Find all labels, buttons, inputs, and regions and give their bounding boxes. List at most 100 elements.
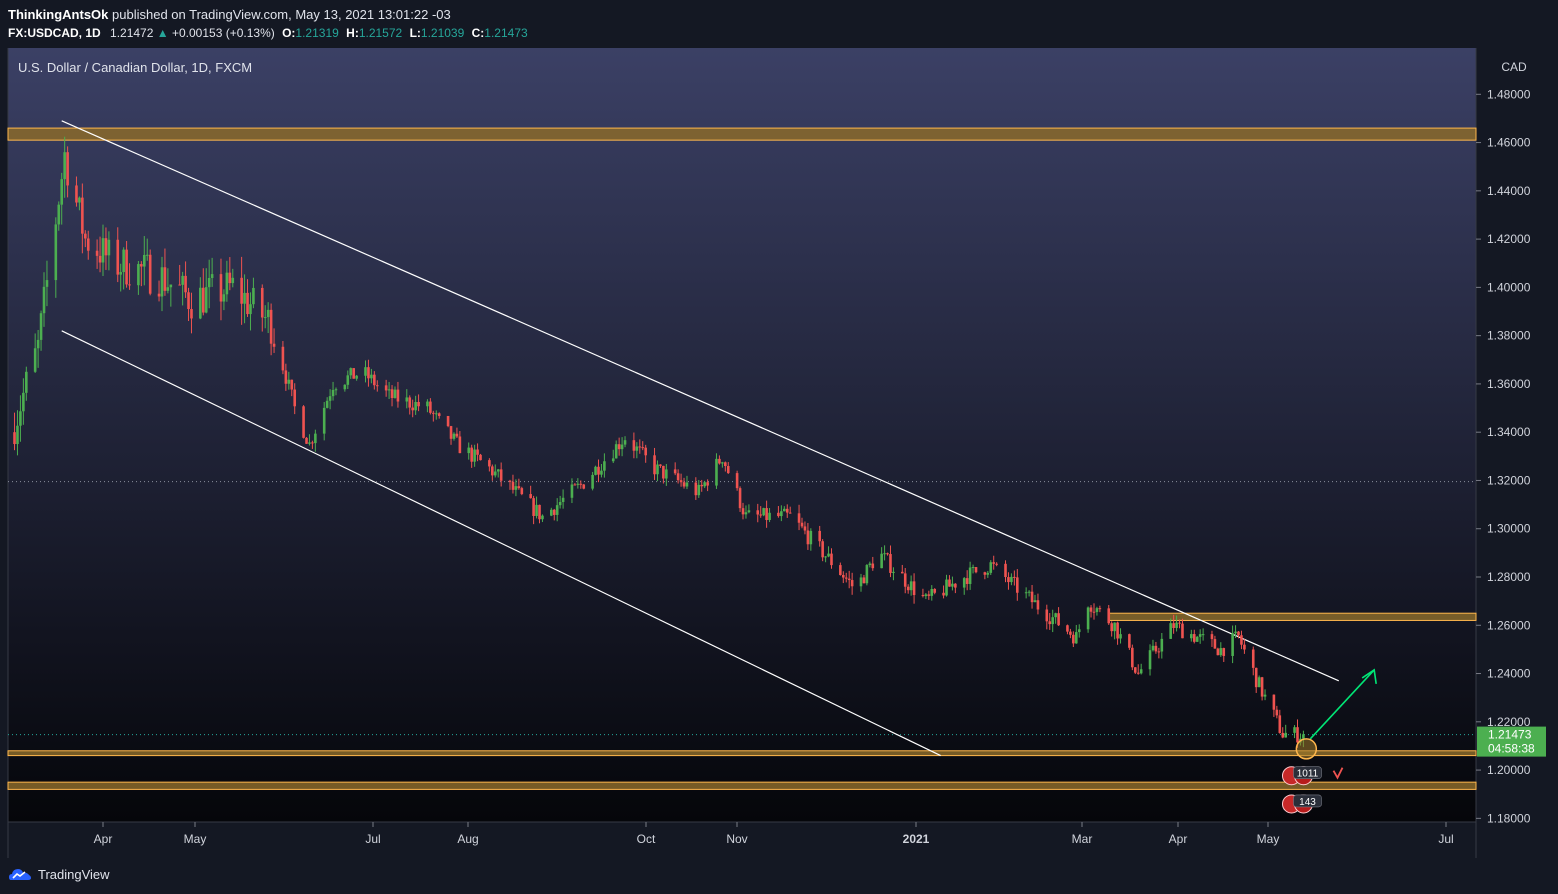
candle-body bbox=[417, 401, 420, 407]
candle-body bbox=[806, 530, 810, 545]
price-chart[interactable]: 1011 143 1.2147304:58:38 1.48000 1.46000 1.4… bbox=[0, 48, 1558, 858]
candle-body bbox=[945, 579, 948, 596]
candle-body bbox=[1051, 617, 1054, 625]
candle-body bbox=[726, 466, 730, 474]
candle-body bbox=[924, 594, 928, 597]
candle-body bbox=[550, 509, 553, 516]
candle-body bbox=[346, 375, 350, 385]
candle-body bbox=[219, 274, 223, 302]
candle-body bbox=[632, 440, 636, 451]
candle-body bbox=[909, 581, 913, 591]
candle-body bbox=[470, 447, 473, 462]
candle-body bbox=[900, 571, 904, 574]
candle-body bbox=[1013, 576, 1016, 578]
candle-body bbox=[36, 339, 40, 349]
candle-body bbox=[128, 284, 131, 286]
candle-body bbox=[965, 578, 969, 584]
candle-body bbox=[570, 484, 574, 498]
candle-body bbox=[1272, 694, 1276, 710]
header-bar: ThinkingAntsOk published on TradingView.… bbox=[0, 0, 1558, 48]
candle-body bbox=[532, 498, 535, 516]
candle-body bbox=[735, 473, 739, 489]
candle-body bbox=[538, 504, 541, 520]
candle-body bbox=[741, 508, 745, 515]
candle-body bbox=[204, 287, 208, 313]
candle-body bbox=[142, 254, 146, 267]
last-price-tag-value: 1.21473 bbox=[1488, 728, 1532, 742]
candle-body bbox=[989, 562, 993, 573]
candle-body bbox=[617, 444, 621, 450]
candle-body bbox=[1172, 623, 1175, 628]
candle-body bbox=[1257, 677, 1261, 688]
candle-body bbox=[493, 471, 497, 476]
candle-body bbox=[331, 389, 335, 397]
candle-body bbox=[384, 385, 388, 391]
author-name[interactable]: ThinkingAntsOk bbox=[8, 7, 108, 22]
candle-body bbox=[1284, 732, 1287, 738]
candle-body bbox=[98, 255, 102, 263]
candle-body bbox=[862, 577, 866, 584]
highlight-circle[interactable] bbox=[1295, 738, 1318, 760]
candle-body bbox=[260, 287, 264, 318]
candle-body bbox=[800, 522, 804, 527]
candle-body bbox=[906, 586, 910, 591]
candle-body bbox=[45, 280, 49, 287]
candle-body bbox=[1154, 645, 1158, 652]
candle-body bbox=[582, 484, 586, 489]
candle-body bbox=[558, 501, 562, 506]
candle-body bbox=[225, 272, 229, 295]
candle-body bbox=[511, 481, 515, 490]
candle-body bbox=[252, 287, 255, 305]
candle-body bbox=[1077, 629, 1081, 633]
candle-body bbox=[738, 488, 742, 509]
candle-body bbox=[930, 588, 934, 596]
price-zone[interactable] bbox=[7, 127, 1477, 141]
tradingview-logo[interactable]: TradingView bbox=[8, 866, 110, 882]
candle-body bbox=[508, 480, 512, 482]
candle-body bbox=[449, 426, 453, 439]
candle-body bbox=[84, 233, 87, 239]
candle-body bbox=[263, 317, 267, 319]
candle-body bbox=[210, 274, 214, 279]
time-tick-label: Apr bbox=[94, 832, 113, 846]
candle-body bbox=[1254, 667, 1258, 688]
price-zone[interactable] bbox=[1108, 612, 1477, 621]
candle-body bbox=[756, 510, 760, 515]
candle-body bbox=[166, 287, 170, 291]
candle-body bbox=[243, 292, 246, 304]
candle-body bbox=[927, 594, 931, 596]
candle-body bbox=[859, 577, 863, 587]
candle-body bbox=[818, 530, 821, 542]
candle-body bbox=[1198, 634, 1202, 637]
candle-body bbox=[1107, 608, 1111, 624]
candle-body bbox=[207, 278, 211, 288]
candle-body bbox=[367, 367, 370, 379]
candle-body bbox=[1195, 636, 1199, 642]
candle-body bbox=[184, 275, 187, 293]
candle-body bbox=[1116, 622, 1119, 639]
candle-body bbox=[983, 572, 987, 575]
candle-body bbox=[39, 313, 43, 340]
price-tick-label: 1.40000 bbox=[1487, 280, 1531, 294]
symbol-label[interactable]: FX:USDCAD, 1D bbox=[8, 26, 101, 40]
candle-body bbox=[600, 470, 603, 475]
published-text: published on TradingView.com, May 13, 20… bbox=[112, 7, 451, 22]
candle-body bbox=[390, 389, 394, 398]
candle-body bbox=[1190, 634, 1193, 639]
candle-body bbox=[555, 505, 559, 515]
change-value: +0.00153 (+0.13%) bbox=[171, 26, 275, 40]
candle-body bbox=[157, 293, 161, 297]
candle-body bbox=[228, 272, 232, 284]
candle-body bbox=[830, 553, 833, 566]
candle-body bbox=[272, 343, 276, 347]
candle-body bbox=[614, 444, 618, 459]
candle-body bbox=[240, 277, 243, 304]
candle-body bbox=[1048, 621, 1052, 625]
candle-body bbox=[1007, 577, 1010, 583]
candle-body bbox=[190, 309, 193, 319]
candle-body bbox=[328, 396, 332, 401]
high-label: H: bbox=[346, 26, 359, 40]
price-zone[interactable] bbox=[7, 750, 1477, 757]
price-zone[interactable] bbox=[7, 781, 1477, 790]
candle-body bbox=[396, 389, 400, 402]
